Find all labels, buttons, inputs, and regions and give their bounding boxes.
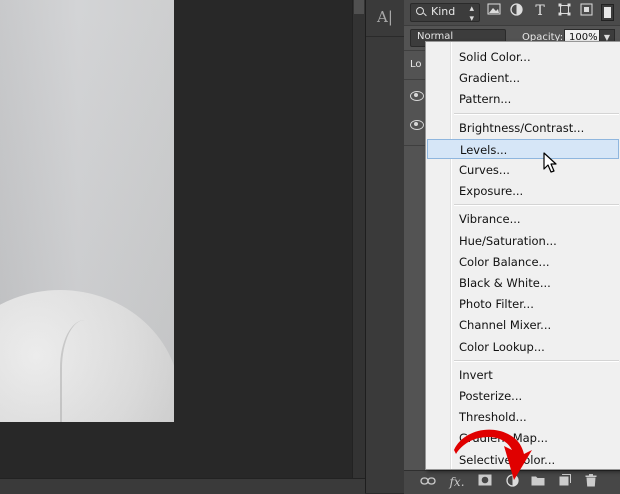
menu-item-black-white[interactable]: Black & White...: [427, 273, 619, 293]
scroll-thumb[interactable]: [354, 0, 364, 14]
menu-item-label: Gradient...: [459, 71, 521, 86]
adjustment-layer-menu: Solid Color... Gradient... Pattern... Brigh…: [425, 41, 620, 470]
menu-item-solid-color[interactable]: Solid Color...: [427, 47, 619, 67]
menu-item-label: Levels...: [460, 142, 508, 157]
menu-item-label: Channel Mixer...: [459, 318, 552, 333]
image-filter-icon[interactable]: [486, 3, 502, 20]
menu-item-brightness-contrast[interactable]: Brightness/Contrast...: [427, 118, 619, 138]
menu-item-curves[interactable]: Curves...: [427, 160, 619, 180]
document-canvas[interactable]: [0, 0, 365, 478]
menu-item-label: Photo Filter...: [459, 297, 534, 312]
character-panel-icon[interactable]: A|: [376, 8, 394, 26]
annotation-arrow-icon: [454, 429, 532, 480]
mouse-cursor-icon: [543, 152, 557, 173]
layer-filter-row: Kind ▴ ▾ T: [404, 0, 620, 26]
menu-item-posterize[interactable]: Posterize...: [427, 386, 619, 406]
link-icon[interactable]: [419, 474, 437, 490]
panel-tool-strip: A|: [365, 0, 405, 493]
menu-item-vibrance[interactable]: Vibrance...: [427, 209, 619, 229]
lock-label: Lo: [410, 59, 422, 70]
menu-item-label: Vibrance...: [459, 212, 521, 227]
menu-item-label: Hue/Saturation...: [459, 233, 557, 248]
visibility-eye-icon[interactable]: [410, 120, 424, 130]
menu-item-label: Pattern...: [459, 92, 512, 107]
menu-item-label: Posterize...: [459, 389, 523, 403]
menu-separator: [454, 359, 619, 362]
vertical-scrollbar[interactable]: [352, 0, 366, 478]
menu-item-exposure[interactable]: Exposure...: [427, 181, 619, 201]
menu-item-label: Brightness/Contrast...: [459, 120, 585, 135]
menu-item-color-balance[interactable]: Color Balance...: [427, 252, 619, 272]
menu-item-label: Color Lookup...: [459, 339, 545, 354]
type-filter-icon[interactable]: T: [532, 3, 548, 20]
menu-item-label: Exposure...: [459, 184, 524, 199]
menu-item-photo-filter[interactable]: Photo Filter...: [427, 294, 619, 314]
menu-item-invert[interactable]: Invert: [427, 365, 619, 385]
menu-item-levels[interactable]: Levels...: [427, 138, 619, 159]
menu-item-color-lookup[interactable]: Color Lookup...: [427, 337, 619, 357]
kind-filter-select[interactable]: Kind ▴ ▾: [410, 3, 480, 24]
photo-image: [0, 0, 174, 422]
shape-filter-icon[interactable]: [556, 3, 572, 20]
menu-item-gradient[interactable]: Gradient...: [427, 68, 619, 88]
new-layer-icon[interactable]: [556, 474, 574, 490]
visibility-eye-icon[interactable]: [410, 91, 424, 101]
smart-object-filter-icon[interactable]: [578, 3, 594, 20]
menu-item-label: Color Balance...: [459, 254, 550, 269]
menu-item-label: Invert: [459, 367, 493, 382]
menu-item-channel-mixer[interactable]: Channel Mixer...: [427, 315, 619, 335]
menu-separator: [454, 204, 619, 207]
menu-item-label: Curves...: [459, 163, 510, 177]
menu-item-hue-saturation[interactable]: Hue/Saturation...: [427, 231, 619, 251]
menu-separator: [454, 112, 619, 115]
horizontal-scrollbar[interactable]: [0, 478, 365, 494]
menu-item-label: Solid Color...: [459, 50, 531, 64]
filter-toggle-switch[interactable]: [601, 4, 614, 21]
menu-item-pattern[interactable]: Pattern...: [427, 89, 619, 109]
trash-icon[interactable]: [582, 474, 600, 490]
adjustment-filter-icon[interactable]: [508, 3, 524, 20]
search-icon: [416, 7, 424, 15]
stepper-arrows-icon: ▴ ▾: [469, 4, 474, 24]
menu-item-label: Black & White...: [459, 276, 551, 290]
